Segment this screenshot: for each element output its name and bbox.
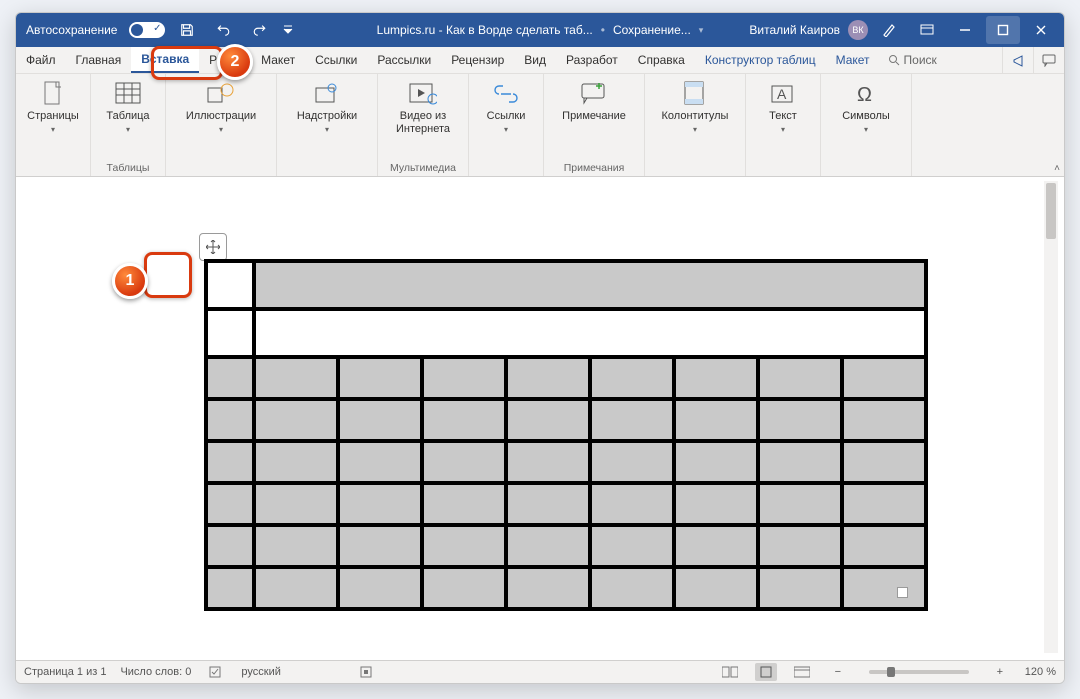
tab-developer[interactable]: Разработ xyxy=(556,47,628,73)
save-icon[interactable] xyxy=(173,16,201,44)
cmd-text[interactable]: A Текст ▾ xyxy=(754,78,812,136)
toggle-knob xyxy=(131,24,143,36)
tab-table-design[interactable]: Конструктор таблиц xyxy=(695,47,826,73)
callout-2: 2 xyxy=(217,44,253,80)
cmd-symbols[interactable]: Ω Символы ▾ xyxy=(829,78,903,136)
qat-more-icon[interactable] xyxy=(281,16,295,44)
tab-mailings[interactable]: Рассылки xyxy=(367,47,441,73)
page[interactable] xyxy=(54,189,1016,651)
svg-text:A: A xyxy=(777,86,787,102)
redo-icon[interactable] xyxy=(245,16,273,44)
table-row xyxy=(206,399,926,441)
doc-title: Lumpics.ru - Как в Ворде сделать таб... xyxy=(377,23,593,37)
web-layout-icon[interactable] xyxy=(791,663,813,681)
move-icon xyxy=(206,240,220,254)
link-icon xyxy=(492,80,520,108)
spellcheck-icon[interactable] xyxy=(205,663,227,681)
page-icon xyxy=(39,80,67,108)
save-status: Сохранение... xyxy=(613,23,691,37)
status-page[interactable]: Страница 1 из 1 xyxy=(24,666,106,678)
ribbon: Страницы ▾ Таблица ▾ Таблицы Иллюстрации… xyxy=(16,74,1064,177)
addin-icon xyxy=(313,80,341,108)
titlebar: Автосохранение ✓ Lumpics.ru - Как в Ворд… xyxy=(16,13,1064,47)
chevron-down-icon: ▾ xyxy=(693,125,697,134)
search-icon xyxy=(888,54,900,66)
tab-review[interactable]: Рецензир xyxy=(441,47,514,73)
table-row xyxy=(206,357,926,399)
maximize-icon[interactable] xyxy=(986,16,1020,44)
tab-home[interactable]: Главная xyxy=(66,47,132,73)
video-icon xyxy=(409,80,437,108)
comments-icon[interactable] xyxy=(1033,47,1064,73)
tab-layout[interactable]: Макет xyxy=(251,47,305,73)
chevron-down-icon: ▾ xyxy=(51,125,55,134)
cmd-headers[interactable]: Колонтитулы ▾ xyxy=(653,78,737,136)
word-table[interactable] xyxy=(204,259,928,611)
tab-table-layout[interactable]: Макет xyxy=(826,47,880,73)
cmd-links[interactable]: Ссылки ▾ xyxy=(477,78,535,136)
zoom-out-icon[interactable]: − xyxy=(827,663,849,681)
chevron-down-icon: ▾ xyxy=(219,125,223,134)
header-footer-icon xyxy=(681,80,709,108)
macro-record-icon[interactable] xyxy=(355,663,377,681)
autosave-toggle[interactable]: ✓ xyxy=(129,22,165,38)
print-layout-icon[interactable] xyxy=(755,663,777,681)
autosave-label: Автосохранение xyxy=(26,23,117,37)
chevron-down-icon: ▾ xyxy=(504,125,508,134)
tab-view[interactable]: Вид xyxy=(514,47,556,73)
cmd-online-video[interactable]: Видео из Интернета xyxy=(386,78,460,137)
avatar[interactable]: ВК xyxy=(848,20,868,40)
cmd-illustrations[interactable]: Иллюстрации ▾ xyxy=(174,78,268,136)
table-row xyxy=(206,567,926,609)
chevron-down-icon: ▾ xyxy=(325,125,329,134)
svg-text:Ω: Ω xyxy=(857,84,872,106)
table-resize-handle[interactable] xyxy=(897,587,908,598)
undo-icon[interactable] xyxy=(209,16,237,44)
zoom-in-icon[interactable]: + xyxy=(989,663,1011,681)
collapse-ribbon-icon[interactable]: ˄ xyxy=(1054,163,1060,174)
user-name: Виталий Каиров xyxy=(749,23,840,37)
status-language[interactable]: русский xyxy=(241,666,280,678)
chevron-down-icon: ▾ xyxy=(781,125,785,134)
table-row xyxy=(206,261,926,309)
table-row xyxy=(206,525,926,567)
zoom-slider[interactable] xyxy=(869,670,969,674)
close-icon[interactable] xyxy=(1024,16,1058,44)
status-bar: Страница 1 из 1 Число слов: 0 русский − … xyxy=(16,660,1064,683)
tab-file[interactable]: Файл xyxy=(16,47,66,73)
comment-icon xyxy=(580,80,608,108)
callout-1: 1 xyxy=(112,263,148,299)
draw-mode-icon[interactable] xyxy=(872,16,906,44)
read-mode-icon[interactable] xyxy=(719,663,741,681)
tab-insert[interactable]: Вставка xyxy=(131,47,199,73)
table-row xyxy=(206,309,926,357)
textbox-icon: A xyxy=(769,80,797,108)
shapes-icon xyxy=(207,80,235,108)
ribbon-tabs: Файл Главная Вставка Рисук Макет Ссылки … xyxy=(16,47,1064,74)
cmd-comment[interactable]: Примечание xyxy=(552,78,636,125)
tab-help[interactable]: Справка xyxy=(628,47,695,73)
chevron-down-icon: ▾ xyxy=(126,125,130,134)
zoom-level[interactable]: 120 % xyxy=(1025,666,1056,678)
cmd-pages[interactable]: Страницы ▾ xyxy=(24,78,82,136)
status-wordcount[interactable]: Число слов: 0 xyxy=(120,666,191,678)
table-move-handle[interactable] xyxy=(199,233,227,261)
tab-references[interactable]: Ссылки xyxy=(305,47,367,73)
share-icon[interactable] xyxy=(1002,47,1033,73)
table-icon xyxy=(114,80,142,108)
app-window: Автосохранение ✓ Lumpics.ru - Как в Ворд… xyxy=(15,12,1065,684)
document-area xyxy=(16,177,1064,661)
table-row xyxy=(206,441,926,483)
table-row xyxy=(206,483,926,525)
ribbon-display-icon[interactable] xyxy=(910,16,944,44)
cmd-table[interactable]: Таблица ▾ xyxy=(99,78,157,136)
omega-icon: Ω xyxy=(852,80,880,108)
check-icon: ✓ xyxy=(153,23,161,34)
search-box[interactable]: Поиск xyxy=(880,47,945,73)
minimize-icon[interactable] xyxy=(948,16,982,44)
chevron-down-icon: ▾ xyxy=(864,125,868,134)
vertical-scrollbar[interactable] xyxy=(1044,181,1058,653)
cmd-addins[interactable]: Надстройки ▾ xyxy=(285,78,369,136)
